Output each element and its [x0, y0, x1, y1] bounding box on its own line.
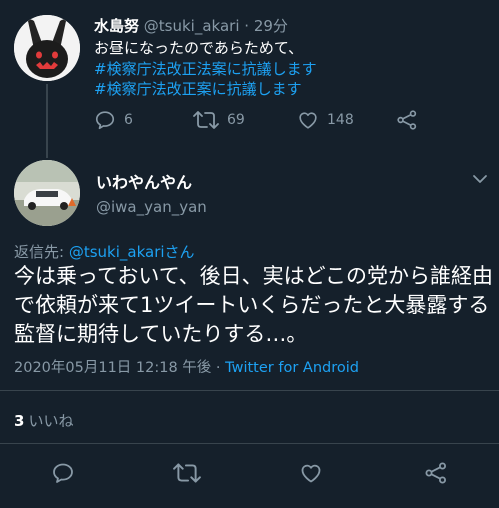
like-icon [299, 112, 317, 129]
parent-tweet-header: 水島努 @tsuki_akari · 29分 [94, 15, 288, 36]
parent-reply-button[interactable]: 6 [94, 109, 133, 131]
reply-button[interactable] [51, 461, 75, 485]
thread-connector-line [46, 84, 48, 158]
tweet-source-link[interactable]: Twitter for Android [225, 360, 359, 376]
divider-bottom [0, 443, 499, 444]
meta-separator: · [211, 360, 226, 376]
retweet-icon [173, 463, 201, 483]
parent-hashtag-2[interactable]: #検察庁法改正案に抗議します [94, 79, 302, 99]
replying-to: 返信先: @tsuki_akariさん [14, 241, 195, 262]
tweet-metadata: 2020年05月11日 12:18 午後 · Twitter for Andro… [14, 356, 359, 377]
divider-top [0, 390, 499, 391]
like-icon [301, 464, 321, 483]
parent-author-handle[interactable]: @tsuki_akari [144, 17, 240, 35]
parent-author-name[interactable]: 水島努 [94, 17, 139, 35]
retweet-icon [193, 111, 219, 129]
rabbit-avatar-image [14, 15, 80, 81]
reply-tweet-text: 今は乗っておいて、後日、実はどこの党から誰経由で依頼が来て1ツイートいくらだった… [14, 264, 494, 346]
tweet-timestamp: 2020年05月11日 12:18 午後 [14, 360, 212, 376]
car-avatar-image [14, 160, 80, 226]
like-button[interactable] [299, 461, 323, 485]
likes-label: いいね [28, 412, 74, 430]
parent-like-count: 148 [327, 112, 354, 128]
reply-author-handle[interactable]: @iwa_yan_yan [96, 198, 207, 216]
parent-like-button[interactable]: 148 [297, 109, 354, 131]
parent-avatar[interactable] [14, 15, 80, 81]
share-button[interactable] [424, 461, 448, 485]
share-icon [397, 110, 417, 130]
likes-summary[interactable]: 3 いいね [14, 410, 73, 431]
retweet-button[interactable] [173, 461, 201, 485]
likes-count: 3 [14, 412, 25, 430]
replying-to-prefix: 返信先: [14, 243, 69, 261]
share-icon [425, 462, 446, 484]
replying-to-handle[interactable]: @tsuki_akariさん [69, 243, 195, 261]
reply-avatar[interactable] [14, 160, 80, 226]
reply-icon [95, 111, 115, 130]
chevron-down-icon [473, 175, 487, 183]
parent-retweet-button[interactable]: 69 [193, 109, 245, 131]
parent-retweet-count: 69 [227, 112, 245, 128]
reply-icon [53, 463, 73, 483]
parent-tweet-line-1: お昼になったのであらためて、 [94, 39, 304, 57]
parent-reply-count: 6 [124, 112, 133, 128]
parent-share-button[interactable] [396, 109, 418, 131]
parent-tweet-time: · 29分 [244, 17, 288, 35]
parent-hashtag-1[interactable]: #検察庁法改正法案に抗議します [94, 59, 317, 79]
tweet-options-button[interactable] [472, 170, 488, 189]
reply-author-name[interactable]: いわやんやん [96, 169, 192, 193]
